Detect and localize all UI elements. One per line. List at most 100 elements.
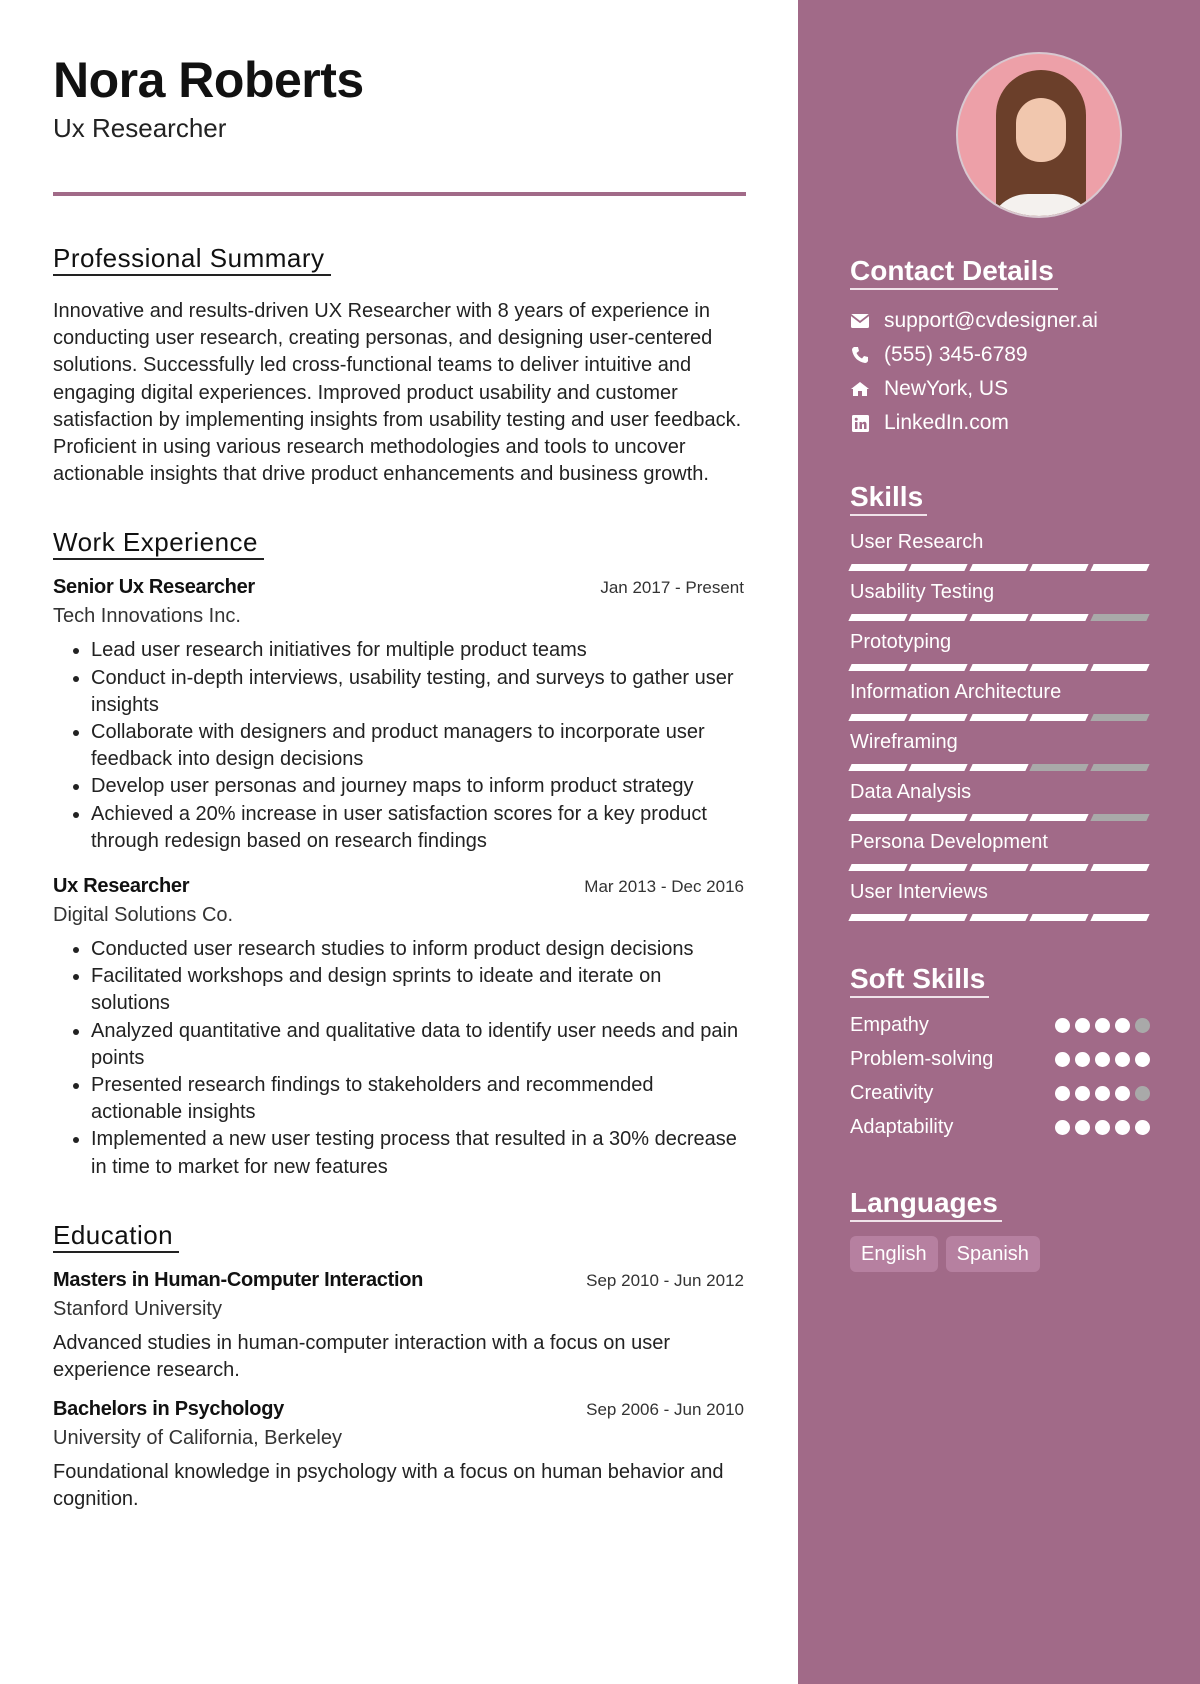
rating-dot-filled	[1055, 1051, 1070, 1067]
skill-level-bar	[848, 614, 1150, 622]
skill-item: Information Architecture	[848, 678, 1150, 722]
home-icon	[850, 379, 870, 399]
skill-segment-filled	[908, 614, 969, 621]
rating-dot-filled	[1135, 1119, 1150, 1135]
skill-item: Persona Development	[848, 828, 1150, 872]
profile-photo	[956, 52, 1122, 218]
rating-dot-filled	[1135, 1051, 1150, 1067]
skill-item: Data Analysis	[848, 778, 1150, 822]
skills-heading: Skills	[850, 480, 928, 516]
job-company: Digital Solutions Co.	[53, 904, 234, 927]
rating-dot-empty	[1135, 1085, 1150, 1101]
skills-list: User Research Usability Testing Prototypin…	[848, 528, 1150, 922]
skill-segment-filled	[848, 714, 909, 721]
soft-skills-list: Empathy Problem-solving Creativity Adaptabi…	[850, 1008, 1150, 1144]
job-bullet: Implemented a new user testing process t…	[91, 1126, 744, 1180]
contact-section: Contact Details support@cvdesigner.ai (5…	[850, 254, 1150, 440]
rating-dot-filled	[1055, 1017, 1070, 1033]
skill-segment-filled	[908, 564, 969, 571]
skill-segment-filled	[908, 814, 969, 821]
envelope-icon	[850, 311, 870, 331]
job-bullets: Lead user research initiatives for multi…	[53, 637, 744, 855]
skill-segment-filled	[848, 914, 909, 921]
contact-linkedin-text: LinkedIn.com	[884, 411, 1009, 434]
contact-phone[interactable]: (555) 345-6789	[850, 338, 1150, 372]
skill-name: User Research	[850, 531, 984, 553]
contact-phone-text: (555) 345-6789	[884, 343, 1028, 366]
skill-item: Wireframing	[848, 728, 1150, 772]
languages-heading: Languages	[850, 1186, 1002, 1222]
skill-item: User Interviews	[848, 878, 1150, 922]
skill-item: Usability Testing	[848, 578, 1150, 622]
skill-segment-filled	[969, 664, 1029, 671]
rating-dot-filled	[1115, 1051, 1130, 1067]
skill-segment-empty	[1029, 764, 1090, 771]
summary-section: Professional Summary Innovative and resu…	[53, 242, 744, 488]
skills-section: Skills User Research Usability Testing Pro…	[848, 480, 1150, 922]
rating-dot-filled	[1115, 1017, 1130, 1033]
skill-segment-filled	[848, 614, 909, 621]
skill-segment-filled	[908, 864, 969, 871]
rating-dot-filled	[1115, 1085, 1130, 1101]
school-name: Stanford University	[53, 1297, 222, 1320]
soft-skill-item: Creativity	[850, 1076, 1150, 1110]
job-bullet: Facilitated workshops and design sprints…	[91, 963, 744, 1017]
skill-segment-filled	[908, 764, 969, 771]
job-title: Senior Ux Researcher	[53, 576, 255, 599]
summary-text: Innovative and results-driven UX Researc…	[53, 300, 742, 486]
skill-name: Information Architecture	[850, 681, 1062, 703]
skill-segment-empty	[1089, 614, 1150, 621]
languages-list: English Spanish	[850, 1236, 1150, 1272]
contact-email-text: support@cvdesigner.ai	[884, 309, 1098, 332]
soft-skill-name: Empathy	[850, 1013, 929, 1036]
soft-skill-rating	[1055, 1085, 1150, 1101]
skill-segment-filled	[1089, 664, 1150, 671]
job-bullet: Analyzed quantitative and qualitative da…	[91, 1018, 744, 1072]
education-entry: Bachelors in Psychology Sep 2006 - Jun 2…	[53, 1398, 744, 1513]
candidate-name: Nora Roberts	[53, 52, 364, 108]
skill-segment-filled	[969, 914, 1029, 921]
skill-name: Data Analysis	[850, 781, 972, 803]
rating-dot-filled	[1095, 1051, 1110, 1067]
skill-item: User Research	[848, 528, 1150, 572]
skill-segment-filled	[1089, 864, 1150, 871]
soft-skill-rating	[1055, 1051, 1150, 1067]
languages-section: Languages English Spanish	[850, 1186, 1150, 1272]
soft-skill-rating	[1055, 1017, 1150, 1033]
skill-level-bar	[848, 564, 1150, 572]
skill-name: Persona Development	[850, 831, 1048, 853]
sidebar: Contact Details support@cvdesigner.ai (5…	[798, 0, 1200, 1684]
rating-dot-filled	[1095, 1085, 1110, 1101]
skill-level-bar	[848, 714, 1150, 722]
education-heading: Education	[53, 1219, 180, 1253]
skill-segment-empty	[1089, 714, 1150, 721]
skill-segment-filled	[848, 664, 909, 671]
job-bullet: Achieved a 20% increase in user satisfac…	[91, 801, 744, 855]
skill-segment-filled	[908, 714, 969, 721]
language-tag: Spanish	[945, 1236, 1040, 1272]
skill-segment-filled	[1029, 864, 1090, 871]
education-section: Education Masters in Human-Computer Inte…	[53, 1219, 744, 1514]
skill-segment-filled	[1029, 564, 1090, 571]
job-title: Ux Researcher	[53, 875, 190, 898]
job-dates: Mar 2013 - Dec 2016	[584, 877, 744, 897]
skill-segment-empty	[1089, 814, 1150, 821]
skill-segment-filled	[908, 914, 969, 921]
skill-level-bar	[848, 914, 1150, 922]
degree-title: Bachelors in Psychology	[53, 1398, 284, 1421]
skill-segment-filled	[969, 614, 1029, 621]
job-bullet: Presented research findings to stakehold…	[91, 1072, 744, 1126]
contact-linkedin[interactable]: LinkedIn.com	[850, 406, 1150, 440]
education-description: Advanced studies in human-computer inter…	[53, 1331, 671, 1382]
skill-segment-filled	[969, 714, 1029, 721]
soft-skill-name: Adaptability	[850, 1115, 954, 1138]
skill-segment-filled	[969, 764, 1029, 771]
rating-dot-filled	[1095, 1119, 1110, 1135]
contact-location: NewYork, US	[850, 372, 1150, 406]
skill-name: Wireframing	[850, 731, 958, 753]
skill-level-bar	[848, 664, 1150, 672]
contact-email[interactable]: support@cvdesigner.ai	[850, 304, 1150, 338]
job-dates: Jan 2017 - Present	[600, 578, 744, 598]
candidate-title: Ux Researcher	[53, 113, 227, 143]
skill-segment-filled	[1089, 914, 1150, 921]
